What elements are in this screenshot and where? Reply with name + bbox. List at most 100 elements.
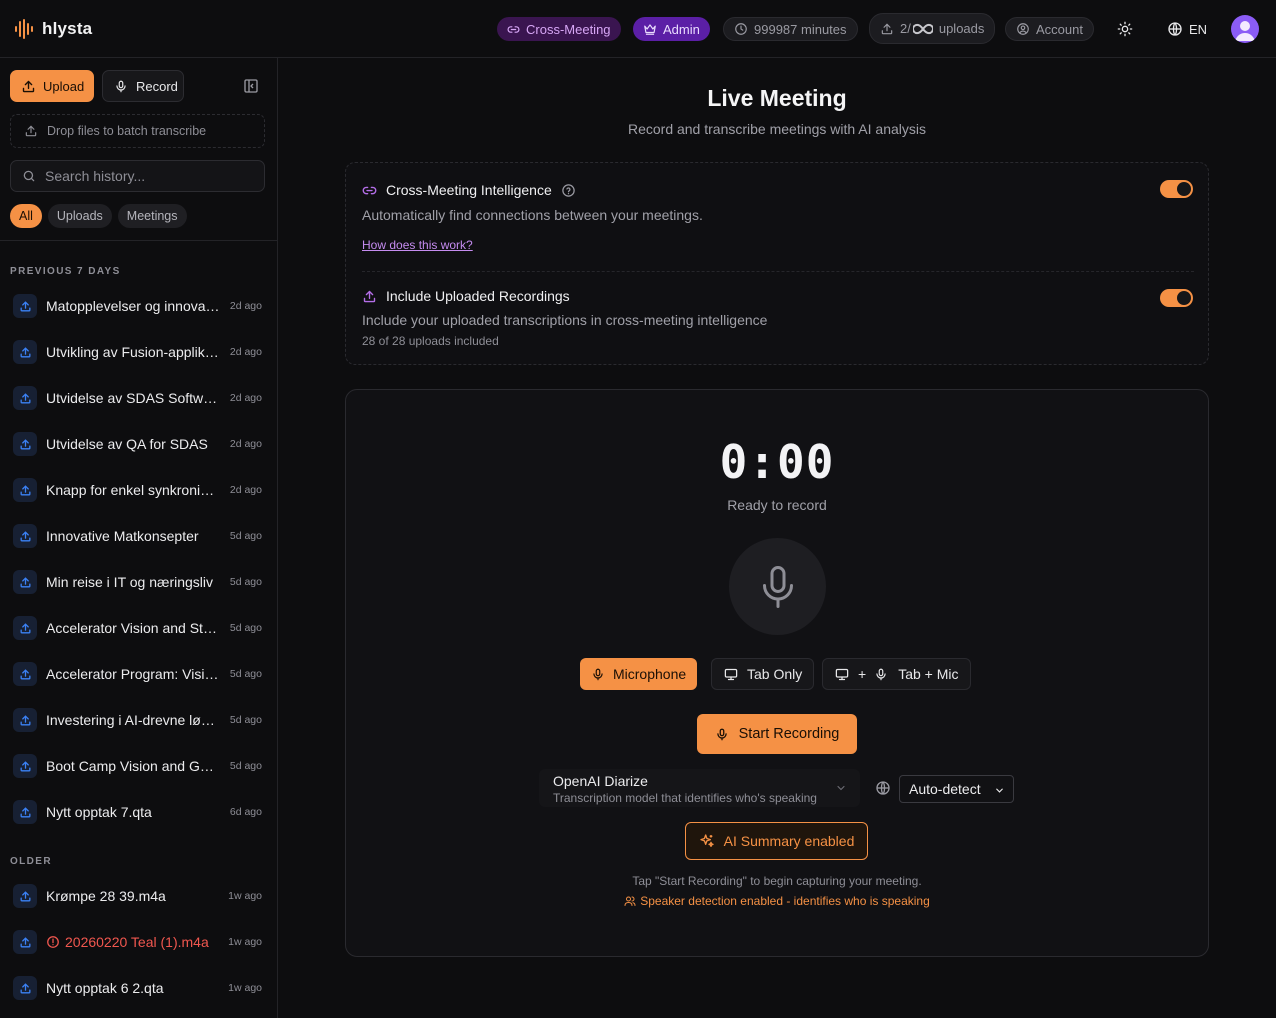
mic-record-button[interactable]: [729, 538, 826, 635]
ai-summary-toggle[interactable]: AI Summary enabled: [685, 822, 868, 860]
history-item-time: 2d ago: [229, 484, 262, 496]
history-item[interactable]: Nytt opptak 7.qta 6d ago: [10, 792, 268, 832]
history-item[interactable]: Accelerator Program: Vision 5d ago: [10, 654, 268, 694]
record-button[interactable]: Record: [102, 70, 184, 102]
start-recording-button[interactable]: Start Recording: [697, 714, 857, 754]
upload-badge: [13, 294, 37, 318]
upload-icon: [881, 23, 893, 34]
history-item[interactable]: Innovative Matkonsepter 5d ago: [10, 516, 268, 556]
microphone-icon: [116, 80, 126, 92]
dropzone-label: Drop files to batch transcribe: [47, 124, 207, 138]
include-uploads-desc: Include your uploaded transcriptions in …: [362, 312, 768, 328]
history-item-title: Accelerator Vision and Strategy: [46, 620, 220, 636]
microphone-icon: [593, 668, 603, 680]
cross-meeting-desc: Automatically find connections between y…: [362, 207, 703, 223]
search-input[interactable]: Search history...: [10, 160, 265, 192]
history-item-time: 1w ago: [228, 936, 262, 948]
history-item[interactable]: Boot Camp Vision and Goals 5d ago: [10, 746, 268, 786]
upload-button[interactable]: Upload: [10, 70, 94, 102]
source-tab-only-button[interactable]: Tab Only: [711, 658, 815, 690]
history-item[interactable]: Utvidelse av SDAS Software 2d ago: [10, 378, 268, 418]
upload-icon: [20, 669, 30, 679]
upload-icon: [22, 80, 35, 92]
upload-badge: [13, 976, 37, 1000]
history-item-title: Utvidelse av QA for SDAS: [46, 436, 208, 452]
cross-meeting-badge[interactable]: Cross-Meeting: [497, 17, 621, 41]
cross-meeting-title: Cross-Meeting Intelligence: [362, 182, 576, 198]
model-select[interactable]: OpenAI Diarize Transcription model that …: [539, 769, 860, 807]
source-tab-mic-button[interactable]: + Tab + Mic: [822, 658, 971, 690]
microphone-icon: [716, 728, 727, 740]
history-item-title: Nytt opptak 6 2.qta: [46, 980, 164, 996]
help-icon[interactable]: [561, 183, 576, 198]
page-title: Live Meeting: [707, 85, 847, 111]
sun-icon[interactable]: [1117, 21, 1133, 37]
history-item-time: 2d ago: [229, 392, 262, 404]
history-item[interactable]: Investering i AI-drevne løsninger 5d ago: [10, 700, 268, 740]
history-item[interactable]: 20260220 Teal (1).m4a 1w ago: [10, 922, 268, 962]
toggle-knob: [1177, 182, 1191, 196]
history-item-time: 5d ago: [229, 622, 262, 634]
history-item-time: 1w ago: [228, 982, 262, 994]
cross-meeting-toggle[interactable]: [1160, 180, 1193, 198]
history-item-title: 20260220 Teal (1).m4a: [46, 934, 220, 950]
recorder-card: 0:00 Ready to record Microphone Tab Only…: [345, 389, 1209, 957]
upload-icon: [20, 347, 30, 357]
search-icon: [23, 170, 35, 182]
chevron-down-icon: [837, 785, 845, 791]
filter-uploads[interactable]: Uploads: [47, 204, 112, 228]
users-icon: [624, 896, 636, 906]
language-switcher[interactable]: EN: [1167, 21, 1207, 37]
uploads-count: 2/: [900, 21, 911, 36]
infinity-icon: [912, 23, 933, 34]
history-item[interactable]: Krømpe 28 39.m4a 1w ago: [10, 876, 268, 916]
history-item[interactable]: Utvidelse av QA for SDAS 2d ago: [10, 424, 268, 464]
how-it-works-link[interactable]: How does this work?: [362, 238, 473, 252]
source-microphone-label: Microphone: [613, 666, 687, 682]
include-uploads-title: Include Uploaded Recordings: [362, 288, 570, 304]
upload-icon: [20, 301, 30, 311]
filter-meetings[interactable]: Meetings: [117, 204, 187, 228]
source-tab-only-label: Tab Only: [747, 666, 803, 682]
upload-badge: [13, 340, 37, 364]
history-item[interactable]: Nytt opptak 6 2.qta 1w ago: [10, 968, 268, 1008]
history-item-title: Matopplevelser og innovasjon: [46, 298, 220, 314]
include-uploads-toggle[interactable]: [1160, 289, 1193, 307]
admin-label: Admin: [663, 21, 700, 37]
sidebar-divider: [0, 240, 277, 241]
avatar[interactable]: [1231, 15, 1259, 43]
history-item-title: Knapp for enkel synkronisering: [46, 482, 220, 498]
history-item[interactable]: Utvikling av Fusion-applikasjon 2d ago: [10, 332, 268, 372]
minutes-badge[interactable]: 999987 minutes: [723, 17, 858, 41]
admin-badge[interactable]: Admin: [633, 17, 710, 41]
upload-icon: [20, 983, 30, 993]
logo[interactable]: hlysta: [14, 18, 92, 40]
clock-icon: [735, 23, 747, 35]
account-label: Account: [1036, 21, 1083, 37]
upload-icon: [25, 125, 37, 137]
uploads-badge[interactable]: 2/ uploads: [869, 13, 996, 44]
upload-icon: [20, 891, 30, 901]
monitor-icon: [835, 668, 849, 680]
history-item[interactable]: Accelerator Vision and Strategy 5d ago: [10, 608, 268, 648]
upload-badge: [13, 708, 37, 732]
upload-badge: [13, 930, 37, 954]
sidebar: Upload Record Drop files to batch transc…: [0, 58, 278, 1018]
history-item-title: Utvidelse av SDAS Software: [46, 390, 220, 406]
language-select[interactable]: Auto-detect: [899, 775, 1014, 803]
recording-timer: 0:00: [719, 435, 835, 489]
upload-badge: [13, 386, 37, 410]
history-item[interactable]: Knapp for enkel synkronisering 2d ago: [10, 470, 268, 510]
model-name: OpenAI Diarize: [553, 773, 648, 789]
history-item[interactable]: Min reise i IT og næringsliv 5d ago: [10, 562, 268, 602]
source-microphone-button[interactable]: Microphone: [580, 658, 698, 690]
upload-icon: [20, 623, 30, 633]
history-item-title: Nytt opptak 7.qta: [46, 804, 152, 820]
history-item[interactable]: Matopplevelser og innovasjon 2d ago: [10, 286, 268, 326]
cross-meeting-card: Cross-Meeting Intelligence Automatically…: [345, 162, 1209, 365]
source-plus: +: [858, 666, 867, 682]
account-button[interactable]: Account: [1005, 17, 1094, 41]
filter-all[interactable]: All: [10, 204, 42, 228]
batch-dropzone[interactable]: Drop files to batch transcribe: [10, 114, 265, 148]
collapse-sidebar-icon[interactable]: [243, 78, 259, 94]
